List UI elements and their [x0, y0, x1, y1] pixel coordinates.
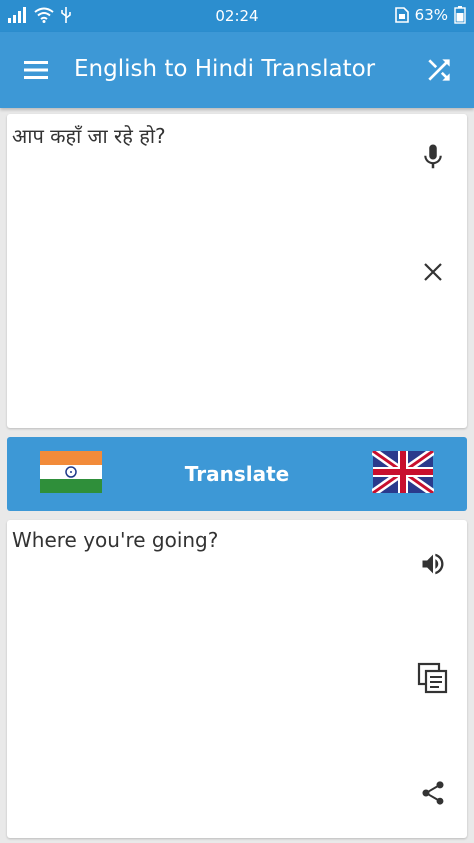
share-icon — [422, 781, 444, 805]
app-title: English to Hindi Translator — [74, 56, 376, 82]
share-button[interactable] — [416, 776, 450, 810]
microphone-button[interactable] — [416, 140, 450, 174]
copy-icon — [417, 662, 448, 694]
shuffle-icon — [428, 59, 450, 81]
input-card[interactable]: आप कहाँ जा रहे हो? — [7, 114, 467, 428]
menu-button[interactable] — [22, 58, 50, 82]
menu-icon — [24, 61, 48, 79]
status-bar: 02:24 63% — [0, 0, 474, 32]
microphone-icon — [424, 144, 442, 169]
input-text[interactable]: आप कहाँ जा रहे हो? — [12, 122, 166, 149]
sim-icon — [394, 7, 409, 23]
status-right: 63% — [394, 6, 466, 24]
output-card: Where you're going? — [7, 520, 467, 838]
swap-language-button[interactable] — [422, 54, 456, 86]
output-text: Where you're going? — [12, 528, 219, 552]
app-bar: English to Hindi Translator — [0, 32, 474, 108]
speaker-icon — [422, 553, 444, 575]
close-icon — [424, 263, 442, 281]
uk-flag-icon[interactable] — [372, 451, 434, 493]
copy-button[interactable] — [416, 661, 450, 695]
speak-button[interactable] — [416, 547, 450, 581]
battery-percent: 63% — [414, 6, 448, 24]
translate-bar[interactable]: Translate — [7, 437, 467, 511]
clear-button[interactable] — [416, 255, 450, 289]
battery-icon — [454, 6, 466, 24]
